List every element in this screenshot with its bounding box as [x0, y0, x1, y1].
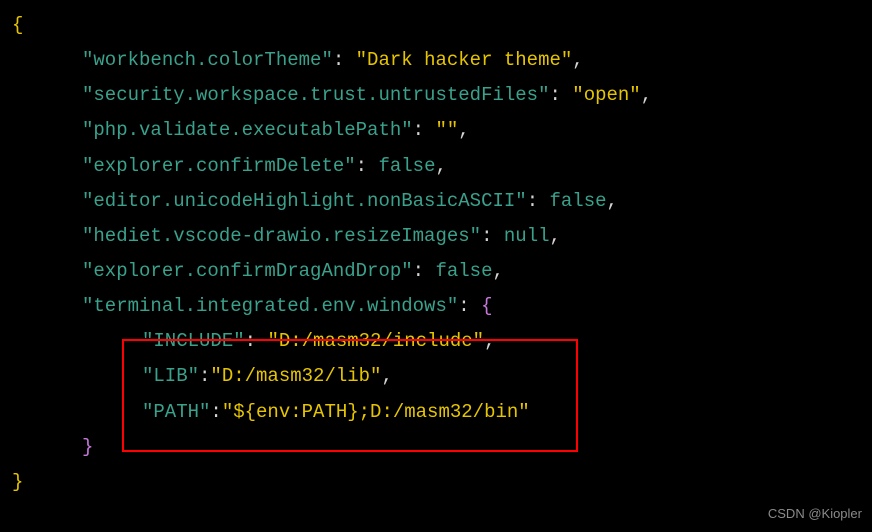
json-value: false	[435, 260, 492, 282]
colon: :	[527, 190, 550, 212]
json-key: "php.validate.executablePath"	[82, 119, 413, 141]
json-value: null	[504, 225, 550, 247]
code-line: "INCLUDE": "D:/masm32/include",	[12, 324, 860, 359]
colon: :	[413, 260, 436, 282]
code-block: { "workbench.colorTheme": "Dark hacker th…	[0, 0, 872, 508]
comma: ,	[550, 225, 561, 247]
colon: :	[333, 49, 356, 71]
json-value: false	[550, 190, 607, 212]
colon: :	[210, 401, 221, 423]
json-key: "workbench.colorTheme"	[82, 49, 333, 71]
json-value: "D:/masm32/include"	[267, 330, 484, 352]
colon: :	[481, 225, 504, 247]
json-key: "security.workspace.trust.untrustedFiles…	[82, 84, 549, 106]
json-value: "Dark hacker theme"	[356, 49, 573, 71]
code-line: "editor.unicodeHighlight.nonBasicASCII":…	[12, 184, 860, 219]
json-value: ""	[435, 119, 458, 141]
comma: ,	[492, 260, 503, 282]
code-line: }	[12, 430, 860, 465]
code-line: {	[12, 8, 860, 43]
code-line: "PATH":"${env:PATH};D:/masm32/bin"	[12, 395, 860, 430]
comma: ,	[381, 365, 392, 387]
comma: ,	[572, 49, 583, 71]
colon: :	[245, 330, 268, 352]
comma: ,	[435, 155, 446, 177]
json-value: "${env:PATH};D:/masm32/bin"	[222, 401, 530, 423]
watermark: CSDN @Kiopler	[768, 502, 862, 526]
colon: :	[549, 84, 572, 106]
brace-close: }	[12, 471, 23, 493]
colon: :	[356, 155, 379, 177]
brace-close-inner: }	[82, 436, 93, 458]
code-line: }	[12, 465, 860, 500]
json-key: "explorer.confirmDelete"	[82, 155, 356, 177]
code-line: "terminal.integrated.env.windows": {	[12, 289, 860, 324]
code-line: "LIB":"D:/masm32/lib",	[12, 359, 860, 394]
comma: ,	[641, 84, 652, 106]
json-key: "INCLUDE"	[142, 330, 245, 352]
code-line: "explorer.confirmDelete": false,	[12, 149, 860, 184]
colon: :	[413, 119, 436, 141]
code-line: "hediet.vscode-drawio.resizeImages": nul…	[12, 219, 860, 254]
json-value: "open"	[572, 84, 640, 106]
code-line: "workbench.colorTheme": "Dark hacker the…	[12, 43, 860, 78]
json-key: "LIB"	[142, 365, 199, 387]
comma: ,	[484, 330, 495, 352]
json-key: "terminal.integrated.env.windows"	[82, 295, 458, 317]
brace-open: {	[12, 14, 23, 36]
code-line: "explorer.confirmDragAndDrop": false,	[12, 254, 860, 289]
comma: ,	[607, 190, 618, 212]
code-line: "php.validate.executablePath": "",	[12, 113, 860, 148]
json-key: "explorer.confirmDragAndDrop"	[82, 260, 413, 282]
json-value: false	[378, 155, 435, 177]
json-key: "PATH"	[142, 401, 210, 423]
colon: :	[458, 295, 481, 317]
comma: ,	[458, 119, 469, 141]
colon: :	[199, 365, 210, 387]
code-line: "security.workspace.trust.untrustedFiles…	[12, 78, 860, 113]
brace-open-inner: {	[481, 295, 492, 317]
json-key: "editor.unicodeHighlight.nonBasicASCII"	[82, 190, 527, 212]
json-value: "D:/masm32/lib"	[210, 365, 381, 387]
json-key: "hediet.vscode-drawio.resizeImages"	[82, 225, 481, 247]
